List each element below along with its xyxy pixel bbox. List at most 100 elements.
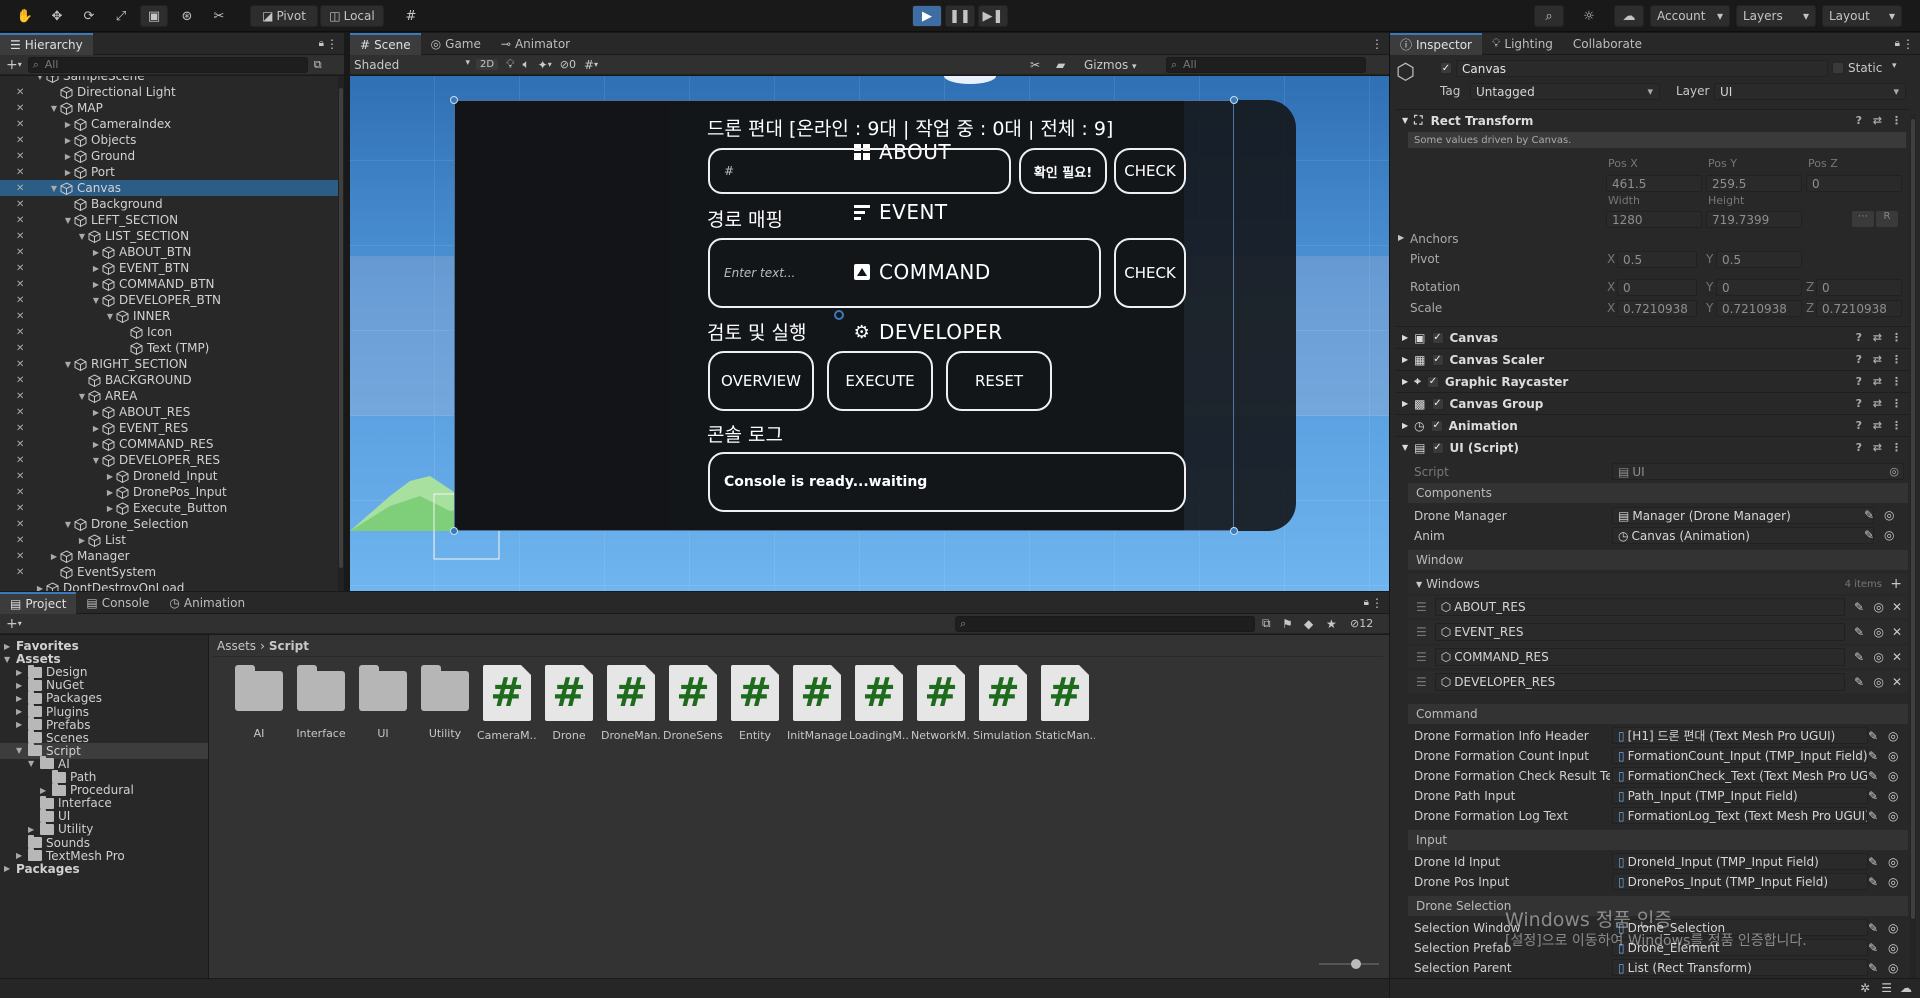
asset-script[interactable]: # StaticMan... <box>1035 665 1095 742</box>
component-enabled-checkbox[interactable]: ✓ <box>1431 397 1444 410</box>
chevron-right-icon[interactable]: ▶ <box>1402 333 1408 342</box>
tab-console[interactable]: ▤ Console <box>76 592 159 614</box>
chevron-down-icon[interactable]: ▾ <box>548 60 552 69</box>
project-folder-item[interactable]: ▶ Packages <box>0 861 208 877</box>
width-field[interactable]: 1280 <box>1606 211 1702 228</box>
tag-dropdown[interactable]: Untagged ▾ <box>1470 83 1660 100</box>
hierarchy-item[interactable]: ✕ ▼ INNER <box>0 308 338 324</box>
target-icon[interactable]: ◎ <box>1874 675 1884 689</box>
chevron-right-icon[interactable]: ▶ <box>62 152 74 161</box>
chevron-right-icon[interactable]: ▶ <box>104 504 116 513</box>
scene-pick-icon[interactable]: ✕ <box>16 164 30 180</box>
more-icon[interactable]: ⋮ <box>1371 37 1383 51</box>
hierarchy-item[interactable]: ✕ ▶ COMMAND_RES <box>0 436 338 452</box>
chevron-down-icon[interactable]: ▼ <box>48 184 60 193</box>
anim-field[interactable]: ◷ Canvas (Animation) <box>1612 527 1874 544</box>
chevron-right-icon[interactable]: ▶ <box>4 642 16 651</box>
lock-icon[interactable]: 🔒︎ <box>1895 38 1900 49</box>
chevron-right-icon[interactable]: ▶ <box>34 584 46 592</box>
drag-handle-icon[interactable]: ☰ <box>1416 625 1427 639</box>
scene-pick-icon[interactable]: ✕ <box>16 276 30 292</box>
component-enabled-checkbox[interactable]: ✓ <box>1431 331 1444 344</box>
chevron-down-icon[interactable]: ▼ <box>104 312 116 321</box>
help-icon[interactable]: ? <box>1856 419 1862 432</box>
chevron-right-icon[interactable]: ▶ <box>16 668 28 677</box>
target-icon[interactable]: ◎ <box>1888 809 1898 823</box>
object-reference-field[interactable]: ▯ FormationCheck_Text (Text Mesh Pro UGUI… <box>1612 767 1868 784</box>
asset-script[interactable]: # Drone <box>539 665 599 742</box>
shading-dropdown[interactable]: Shaded ▾ <box>354 58 470 72</box>
hierarchy-item[interactable]: ✕ ▼ DEVELOPER_BTN <box>0 292 338 308</box>
path-check-button[interactable]: CHECK <box>1114 238 1186 308</box>
hierarchy-item[interactable]: ✕ ▶ Execute_Button <box>0 500 338 516</box>
scene-pick-icon[interactable]: ✕ <box>16 308 30 324</box>
pencil-icon[interactable]: ✎ <box>1868 749 1878 763</box>
component-header[interactable]: ▶ ▣ ✓ Canvas? ⇄ ⋮ <box>1396 326 1910 348</box>
drag-handle-icon[interactable]: ☰ <box>1416 600 1427 614</box>
chevron-down-icon[interactable]: ▼ <box>1402 443 1408 452</box>
component-enabled-checkbox[interactable]: ✓ <box>1430 419 1443 432</box>
pivot-x-field[interactable]: 0.5 <box>1617 251 1697 268</box>
pencil-icon[interactable]: ✎ <box>1868 921 1878 935</box>
chevron-down-icon[interactable]: ▼ <box>76 232 88 241</box>
hierarchy-item[interactable]: ✕ ▶ DroneId_Input <box>0 468 338 484</box>
hierarchy-item[interactable]: ✕ ▼ MAP <box>0 100 338 116</box>
pause-button[interactable]: ❚❚ <box>945 5 975 27</box>
search-icon[interactable]: ⌕ <box>1534 5 1564 27</box>
scene-pick-icon[interactable]: ✕ <box>16 548 30 564</box>
step-button[interactable]: ▶❚ <box>978 5 1008 27</box>
tab-animator[interactable]: ⊸ Animator <box>491 33 580 55</box>
scene-pick-icon[interactable]: ✕ <box>16 340 30 356</box>
chevron-right-icon[interactable]: ▶ <box>62 120 74 129</box>
component-enabled-checkbox[interactable]: ✓ <box>1431 353 1444 366</box>
hierarchy-item[interactable]: ✕ ▶ Manager <box>0 548 338 564</box>
scene-pick-icon[interactable]: ✕ <box>16 148 30 164</box>
target-icon[interactable]: ◎ <box>1874 625 1884 639</box>
move-tool-icon[interactable]: ✥ <box>46 5 68 27</box>
window-object-field[interactable]: ⬡ EVENT_RES <box>1434 623 1845 641</box>
preset-icon[interactable]: ⇄ <box>1873 441 1882 454</box>
asset-folder[interactable]: UI <box>353 665 413 740</box>
preset-icon[interactable]: ⇄ <box>1873 353 1882 366</box>
pencil-icon[interactable]: ✎ <box>1868 875 1878 889</box>
target-icon[interactable]: ◎ <box>1874 600 1884 614</box>
scene-viewport[interactable]: ABOUT EVENT COMMAND ⚙ DEVELOPER 드론 편대 [온라… <box>350 76 1389 591</box>
target-icon[interactable]: ◎ <box>1888 789 1898 803</box>
chevron-right-icon[interactable]: ▶ <box>16 707 28 716</box>
more-icon[interactable]: ⋮ <box>1902 37 1914 51</box>
preset-icon[interactable]: ⇄ <box>1873 397 1882 410</box>
pencil-icon[interactable]: ✎ <box>1868 789 1878 803</box>
toggle-2d-button[interactable]: 2D <box>476 59 499 70</box>
preset-icon[interactable]: ⇄ <box>1873 375 1882 388</box>
help-icon[interactable]: ? <box>1856 441 1862 454</box>
scene-pick-icon[interactable]: ✕ <box>16 356 30 372</box>
camera-icon[interactable]: ▰ <box>1056 58 1065 72</box>
pencil-icon[interactable]: ✎ <box>1854 675 1864 689</box>
chevron-down-icon[interactable]: ▼ <box>62 216 74 225</box>
tools-icon[interactable]: ✂ <box>1030 58 1040 72</box>
cloud-icon[interactable]: ☁ <box>1900 981 1912 995</box>
more-icon[interactable]: ⋮ <box>1891 353 1902 366</box>
rect-transform-header[interactable]: ▼ ⛶ Rect Transform ? ⇄ ⋮ <box>1396 109 1910 131</box>
lock-icon[interactable]: 🔒︎ <box>1364 597 1369 608</box>
tab-inspector[interactable]: ⓘ Inspector <box>1390 32 1482 55</box>
chevron-right-icon[interactable]: ▶ <box>76 536 88 545</box>
object-name-field[interactable]: Canvas <box>1456 60 1828 77</box>
asset-script[interactable]: # DroneSens... <box>663 665 723 742</box>
more-icon[interactable]: ⋮ <box>1371 596 1383 610</box>
tab-project[interactable]: ▤ Project <box>0 591 77 614</box>
tab-lighting[interactable]: 💡︎ Lighting <box>1482 33 1563 55</box>
scene-pick-icon[interactable]: ✕ <box>16 212 30 228</box>
scene-pick-icon[interactable]: ✕ <box>16 484 30 500</box>
play-button[interactable]: ▶ <box>912 5 942 27</box>
hierarchy-item[interactable]: ✕ ▶ EVENT_BTN <box>0 260 338 276</box>
help-icon[interactable]: ? <box>1856 375 1862 388</box>
remove-icon[interactable]: ✕ <box>1892 675 1902 689</box>
hierarchy-item[interactable]: ✕ ▼ LEFT_SECTION <box>0 212 338 228</box>
scene-pick-icon[interactable]: ✕ <box>16 100 30 116</box>
tab-animation[interactable]: ◷ Animation <box>159 592 255 614</box>
scene-pick-icon[interactable]: ✕ <box>16 260 30 276</box>
static-checkbox[interactable] <box>1832 62 1844 74</box>
scene-pick-icon[interactable]: ✕ <box>16 404 30 420</box>
object-reference-field[interactable]: ▯ List (Rect Transform) <box>1612 959 1868 976</box>
